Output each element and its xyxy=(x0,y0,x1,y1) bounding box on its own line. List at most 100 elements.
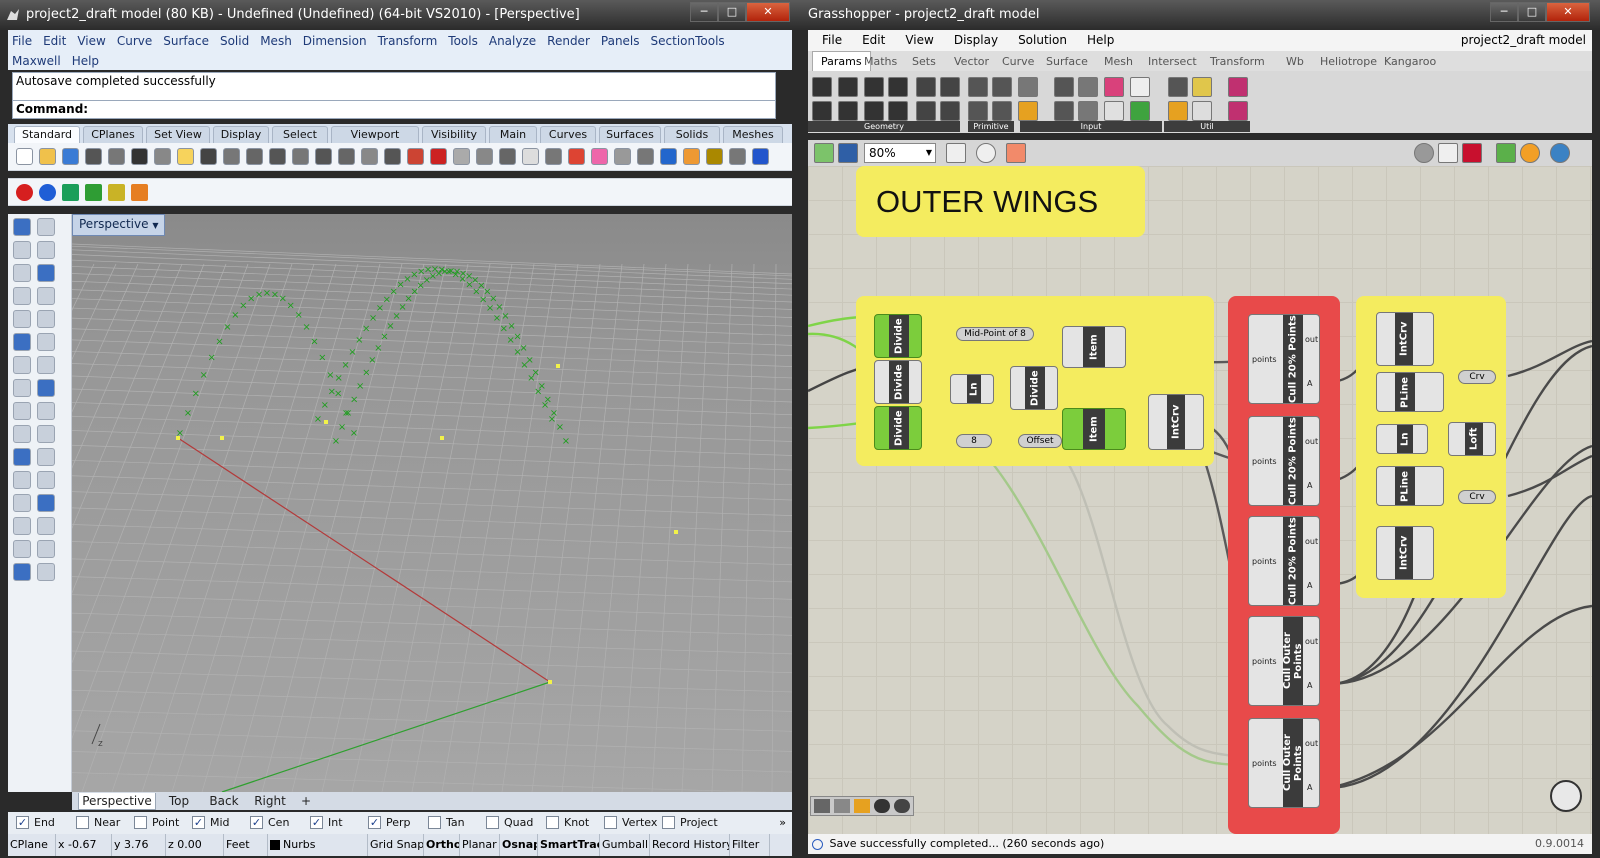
gh-ribbon-icon-18[interactable] xyxy=(1018,101,1038,121)
green-box-icon[interactable] xyxy=(85,184,102,201)
item-component-1[interactable]: Item xyxy=(1062,326,1126,368)
status-ortho[interactable]: Ortho xyxy=(424,834,460,856)
tab-solids[interactable]: Solids xyxy=(664,126,720,143)
rectangle-icon[interactable] xyxy=(13,287,31,305)
menu-render[interactable]: Render xyxy=(547,31,590,51)
intcrv-component-1[interactable]: IntCrv xyxy=(1148,394,1204,450)
gh-menu-display[interactable]: Display xyxy=(954,33,998,47)
delete-icon[interactable] xyxy=(874,799,890,813)
menu-sectiontools[interactable]: SectionTools xyxy=(651,31,725,51)
gh-ribbon-icon-21[interactable] xyxy=(1078,77,1098,97)
car-icon[interactable] xyxy=(430,148,447,165)
transform-icon[interactable] xyxy=(453,148,470,165)
import-icon[interactable] xyxy=(108,148,125,165)
osnap-int-checkbox[interactable]: ✓ xyxy=(310,816,323,829)
mid-point-panel[interactable]: Mid-Point of 8 xyxy=(956,327,1034,341)
bake-icon[interactable] xyxy=(814,799,830,813)
copy-icon[interactable] xyxy=(154,148,171,165)
gh-canvas[interactable]: OUTER WINGS Divide Divide Divide Ln Divi… xyxy=(808,166,1592,834)
color-wheel-icon[interactable] xyxy=(591,148,608,165)
sketch-icon[interactable] xyxy=(1006,143,1026,163)
tab-cplanes[interactable]: CPlanes xyxy=(83,126,143,143)
osnap-tan-checkbox[interactable] xyxy=(428,816,441,829)
mesh-icon[interactable] xyxy=(37,379,55,397)
osnap-project-checkbox[interactable] xyxy=(662,816,675,829)
sketch-pen-icon[interactable] xyxy=(834,799,850,813)
osnap-quad-checkbox[interactable] xyxy=(486,816,499,829)
gh-ribbon-icon-15[interactable] xyxy=(992,77,1012,97)
zoom-selected-icon[interactable] xyxy=(338,148,355,165)
tab-set-view[interactable]: Set View xyxy=(146,126,210,143)
menu-tools[interactable]: Tools xyxy=(448,31,478,51)
gh-ribbon-icon-9[interactable] xyxy=(916,77,936,97)
status-layer[interactable]: Nurbs xyxy=(268,834,368,856)
save-icon[interactable] xyxy=(838,143,858,163)
outer-wings-label-group[interactable]: OUTER WINGS xyxy=(856,166,1145,237)
gh-tab-mesh[interactable]: Mesh xyxy=(1104,52,1133,72)
offset-icon[interactable] xyxy=(37,448,55,466)
menu-surface[interactable]: Surface xyxy=(163,31,209,51)
intcrv-component-2[interactable]: IntCrv xyxy=(1376,312,1434,366)
perspective-viewport[interactable]: × × × × × × × × × × × × × × × × × × × × × × × × × × × × × × × × × × × × × × × ×… xyxy=(72,214,792,792)
sphere-render-icon[interactable] xyxy=(637,148,654,165)
gh-ribbon-icon-20[interactable] xyxy=(1054,101,1074,121)
menu-mesh[interactable]: Mesh xyxy=(260,31,292,51)
chevron-down-icon[interactable]: ▼ xyxy=(152,221,158,230)
gh-ribbon-icon-4[interactable] xyxy=(838,101,858,121)
sphere-blue-icon[interactable] xyxy=(660,148,677,165)
osnap-vertex-checkbox[interactable] xyxy=(604,816,617,829)
gh-minimize-button[interactable]: ─ xyxy=(1490,2,1518,22)
gh-tab-wb[interactable]: Wb xyxy=(1286,52,1304,72)
ribbon-group-geometry[interactable]: Geometry xyxy=(808,121,960,132)
gh-ribbon-icon-30[interactable] xyxy=(1192,101,1212,121)
command-line[interactable]: Command: xyxy=(12,100,776,119)
array-icon[interactable] xyxy=(13,448,31,466)
four-views-icon[interactable] xyxy=(384,148,401,165)
divide-component-3[interactable]: Divide xyxy=(874,406,922,450)
gh-ribbon-icon-7[interactable] xyxy=(888,77,908,97)
extrude-icon[interactable] xyxy=(37,333,55,351)
divide-component-4[interactable]: Divide xyxy=(1010,366,1058,410)
view-tab-perspective[interactable]: Perspective xyxy=(78,793,156,810)
gh-ribbon-icon-14[interactable] xyxy=(968,101,988,121)
gh-ribbon-icon-31[interactable] xyxy=(1228,77,1248,97)
menu-solid[interactable]: Solid xyxy=(220,31,249,51)
crv-param-1[interactable]: Crv xyxy=(1458,370,1496,384)
gh-menu-edit[interactable]: Edit xyxy=(862,33,885,47)
osnap-cen-checkbox[interactable]: ✓ xyxy=(250,816,263,829)
polygon-icon[interactable] xyxy=(37,287,55,305)
status-smarttrack[interactable]: SmartTrack xyxy=(538,834,600,856)
frame-icon[interactable] xyxy=(108,184,125,201)
divide-component-1[interactable]: Divide xyxy=(874,314,922,358)
crv-param-2[interactable]: Crv xyxy=(1458,490,1496,504)
item-component-2[interactable]: Item xyxy=(1062,408,1126,450)
gh-ribbon-icon-17[interactable] xyxy=(1018,77,1038,97)
scale-icon[interactable] xyxy=(13,425,31,443)
osnap-mid-checkbox[interactable]: ✓ xyxy=(192,816,205,829)
open-icon[interactable] xyxy=(39,148,56,165)
gh-maximize-button[interactable]: □ xyxy=(1518,2,1546,22)
zoom-extents-icon[interactable] xyxy=(946,143,966,163)
gh-ribbon-icon-5[interactable] xyxy=(864,77,884,97)
gh-tab-intersect[interactable]: Intersect xyxy=(1148,52,1197,72)
material-icon[interactable] xyxy=(1520,143,1540,163)
viewport-title[interactable]: Perspective ▼ xyxy=(72,214,166,236)
cull-20-points-2[interactable]: Cull 20% Points points out A xyxy=(1248,416,1320,506)
status-filter[interactable]: Filter xyxy=(730,834,770,856)
gh-menu-help[interactable]: Help xyxy=(1087,33,1114,47)
zoom-box[interactable]: 80% ▼ xyxy=(864,143,936,163)
fillet-icon[interactable] xyxy=(37,310,55,328)
circle-icon[interactable] xyxy=(13,264,31,282)
gh-tab-heliotrope[interactable]: Heliotrope xyxy=(1320,52,1377,72)
gh-ribbon-icon-29[interactable] xyxy=(1192,77,1212,97)
eye-icon[interactable] xyxy=(976,143,996,163)
offset-param[interactable]: Offset xyxy=(1018,434,1062,448)
save-icon[interactable] xyxy=(62,148,79,165)
gh-ribbon-icon-25[interactable] xyxy=(1130,77,1150,97)
sphere-display-icon[interactable] xyxy=(1550,143,1570,163)
rotate-view-icon[interactable] xyxy=(246,148,263,165)
gh-ribbon-icon-28[interactable] xyxy=(1168,101,1188,121)
gear-icon[interactable] xyxy=(706,148,723,165)
preview-off-icon[interactable] xyxy=(1414,143,1434,163)
ln-component[interactable]: Ln xyxy=(950,374,994,404)
